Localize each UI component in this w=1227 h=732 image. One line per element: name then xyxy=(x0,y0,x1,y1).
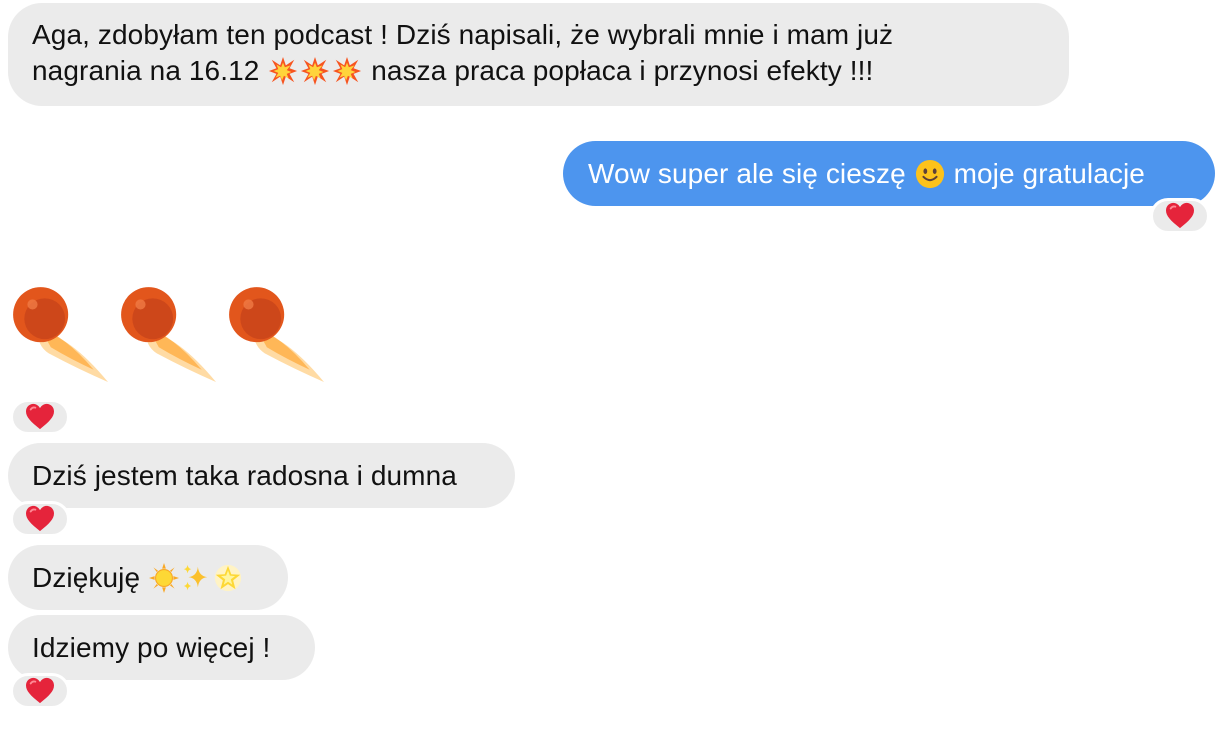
incoming-message-bubble[interactable]: Dziękuję xyxy=(8,545,288,610)
heart-reaction[interactable] xyxy=(10,399,70,435)
incoming-message-bubble[interactable]: Idziemy po więcej ! xyxy=(8,615,315,680)
message-text: nasza praca popłaca i przynosi efekty !!… xyxy=(371,55,874,86)
heart-reaction[interactable] xyxy=(1150,198,1210,234)
message-text-line: Aga, zdobyłam ten podcast ! Dziś napisal… xyxy=(32,19,894,50)
message-text: Idziemy po więcej ! xyxy=(32,632,271,663)
collision-emoji-icon xyxy=(300,56,330,86)
message-text: moje gratulacje xyxy=(953,158,1145,189)
heart-reaction[interactable] xyxy=(10,501,70,537)
sparkles-emoji-icon xyxy=(181,563,211,593)
message-text: Dziękuję xyxy=(32,562,141,593)
large-emoji-message[interactable] xyxy=(8,282,326,384)
sun-emoji-icon xyxy=(149,563,180,593)
slightly-smiling-face-emoji-icon xyxy=(915,159,945,189)
message-text: Wow super ale się cieszę xyxy=(588,158,906,189)
collision-emoji-icon xyxy=(268,56,298,86)
comet-emoji-icon xyxy=(224,282,326,384)
message-text: nagrania na 16.12 xyxy=(32,55,260,86)
chat-thread: Aga, zdobyłam ten podcast ! Dziś napisal… xyxy=(0,0,1227,732)
incoming-message-bubble[interactable]: Aga, zdobyłam ten podcast ! Dziś napisal… xyxy=(8,3,1069,106)
comet-emoji-icon xyxy=(116,282,218,384)
heart-reaction[interactable] xyxy=(10,673,70,709)
red-heart-icon xyxy=(26,677,54,704)
comet-emoji-icon xyxy=(8,282,110,384)
collision-emoji-icon xyxy=(332,56,362,86)
message-text: Dziś jestem taka radosna i dumna xyxy=(32,460,457,491)
outgoing-message-bubble[interactable]: Wow super ale się cieszę moje gratulacje xyxy=(563,141,1215,206)
glowing-star-emoji-icon xyxy=(213,563,243,593)
red-heart-icon xyxy=(26,403,54,430)
message-text-line: nagrania na 16.12 nasza praca popłaca i … xyxy=(32,53,1045,89)
incoming-message-bubble[interactable]: Dziś jestem taka radosna i dumna xyxy=(8,443,515,508)
red-heart-icon xyxy=(1166,202,1194,229)
red-heart-icon xyxy=(26,505,54,532)
